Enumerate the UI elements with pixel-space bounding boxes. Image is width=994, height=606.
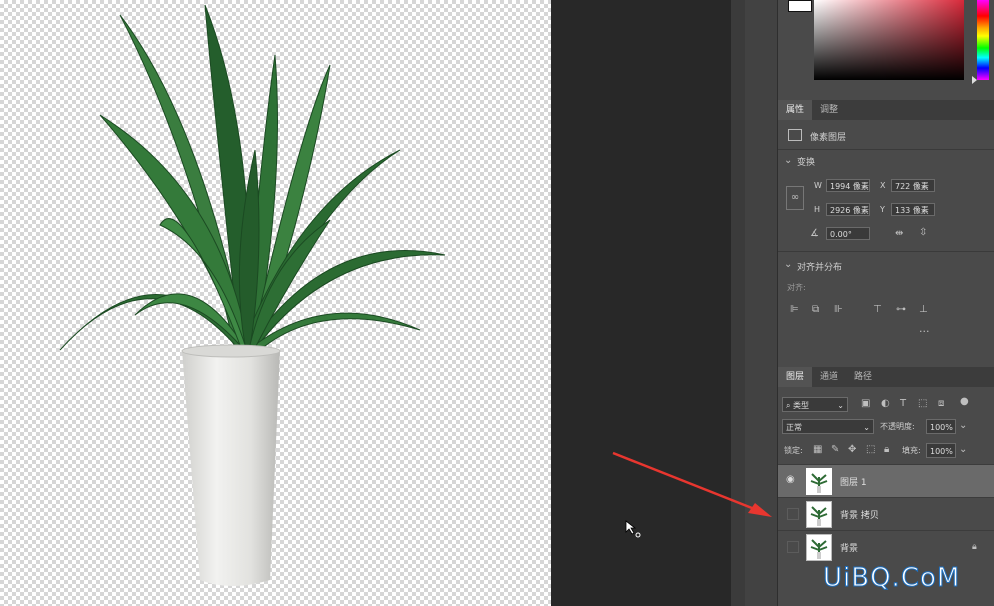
chevron-down-icon[interactable]: ⌄ [784, 259, 792, 271]
layer-thumbnail [806, 501, 832, 528]
visibility-toggle[interactable] [787, 541, 799, 553]
align-right-icon[interactable]: ⊪ [834, 304, 843, 316]
x-field[interactable]: 722 像素 [891, 179, 935, 192]
chevron-down-icon[interactable]: ⌄ [959, 444, 967, 456]
foreground-color-swatch[interactable] [788, 0, 812, 12]
lock-artboard-icon[interactable]: ⬚ [866, 444, 875, 456]
lock-image-icon[interactable]: ✎ [831, 444, 839, 456]
layer-row[interactable]: 背景 🔒︎ [778, 530, 994, 563]
hand-cursor-icon [625, 520, 641, 538]
lock-all-icon[interactable]: 🔒︎ [884, 444, 889, 456]
blend-mode-value: 正常 [786, 423, 802, 432]
layer-filter-value: 类型 [793, 401, 810, 410]
layer-name[interactable]: 背景 拷贝 [840, 508, 879, 521]
hue-slider-marker[interactable] [972, 76, 977, 84]
search-icon: ⌕ [786, 401, 791, 410]
height-field[interactable]: 2926 像素 [826, 203, 870, 216]
pixel-layer-icon [788, 129, 802, 141]
filter-adjustment-icon[interactable]: ◐ [881, 398, 890, 410]
tab-paths[interactable]: 路径 [846, 367, 880, 387]
align-label: 对齐: [787, 283, 806, 292]
filter-shape-icon[interactable]: ⬚ [918, 398, 927, 410]
layers-tabs: 图层 通道 路径 [778, 367, 994, 387]
align-left-icon[interactable]: ⊫ [790, 304, 799, 316]
layer-thumbnail [806, 534, 832, 561]
filter-type-icon[interactable]: T [900, 398, 906, 410]
more-options-icon[interactable]: ··· [919, 326, 930, 338]
layer-thumbnail [806, 468, 832, 495]
align-section-title: 对齐并分布 [797, 263, 843, 273]
link-icon[interactable]: ∞ [786, 186, 804, 210]
filter-pixel-icon[interactable]: ▣ [861, 398, 870, 410]
panel-dock-strip [745, 0, 777, 606]
y-field[interactable]: 133 像素 [891, 203, 935, 216]
lock-label: 锁定: [784, 446, 803, 455]
opacity-field[interactable]: 100% [926, 419, 956, 434]
align-bottom-icon[interactable]: ⊥ [919, 304, 928, 316]
chevron-down-icon: ⌄ [837, 401, 844, 410]
align-center-icon[interactable]: ⧉ [812, 304, 819, 316]
lock-transparent-icon[interactable]: ▦ [813, 444, 822, 456]
pasteboard [551, 0, 731, 606]
fill-field[interactable]: 100% [926, 443, 956, 458]
y-label: Y [880, 205, 885, 214]
align-middle-icon[interactable]: ⊶ [896, 304, 906, 316]
align-top-icon[interactable]: ⊤ [873, 304, 882, 316]
color-picker-field[interactable] [814, 0, 964, 80]
opacity-label: 不透明度: [880, 422, 915, 431]
width-field[interactable]: 1994 像素 [826, 179, 870, 192]
layer-row[interactable]: 背景 拷贝 [778, 497, 994, 530]
x-label: X [880, 181, 886, 190]
divider [778, 149, 994, 150]
flip-vertical-icon[interactable]: ⇳ [919, 227, 927, 239]
tab-adjustments[interactable]: 调整 [812, 100, 846, 120]
layer-kind-label: 像素图层 [810, 133, 847, 143]
lock-position-icon[interactable]: ✥ [848, 444, 856, 456]
tab-layers[interactable]: 图层 [778, 367, 813, 387]
document-canvas[interactable] [0, 0, 551, 606]
divider [778, 251, 994, 252]
filter-smart-object-icon[interactable]: ⧈ [938, 398, 944, 410]
properties-tabs: 属性 调整 [778, 100, 994, 120]
potted-plant-image [59, 4, 446, 586]
chevron-down-icon[interactable]: ⌄ [784, 155, 792, 167]
eye-icon[interactable]: ◉ [786, 474, 798, 486]
layer-row[interactable]: ◉ 图层 1 [778, 464, 994, 497]
tab-channels[interactable]: 通道 [812, 367, 846, 387]
layer-name[interactable]: 背景 [840, 541, 858, 554]
tab-properties[interactable]: 属性 [778, 100, 813, 120]
chevron-down-icon[interactable]: ⌄ [959, 420, 967, 432]
lock-icon: 🔒︎ [972, 542, 977, 552]
flip-horizontal-icon[interactable]: ⇹ [895, 228, 903, 240]
layer-name[interactable]: 图层 1 [840, 475, 867, 488]
filter-toggle-icon[interactable]: ● [960, 396, 969, 408]
fill-label: 填充: [902, 446, 921, 455]
panel-divider [731, 0, 745, 606]
angle-icon: ∡ [810, 228, 819, 239]
blend-mode-select[interactable]: 正常 ⌄ [782, 419, 874, 434]
chevron-down-icon: ⌄ [863, 423, 870, 432]
width-label: W [814, 181, 822, 190]
angle-field[interactable]: 0.00° [826, 227, 870, 240]
visibility-toggle[interactable] [787, 508, 799, 520]
layer-filter-select[interactable]: ⌕ 类型 ⌄ [782, 397, 848, 412]
watermark: UiBQ.CoM [822, 563, 961, 594]
transform-section-title: 变换 [797, 158, 816, 168]
height-label: H [814, 205, 821, 214]
hue-slider[interactable] [977, 0, 989, 80]
